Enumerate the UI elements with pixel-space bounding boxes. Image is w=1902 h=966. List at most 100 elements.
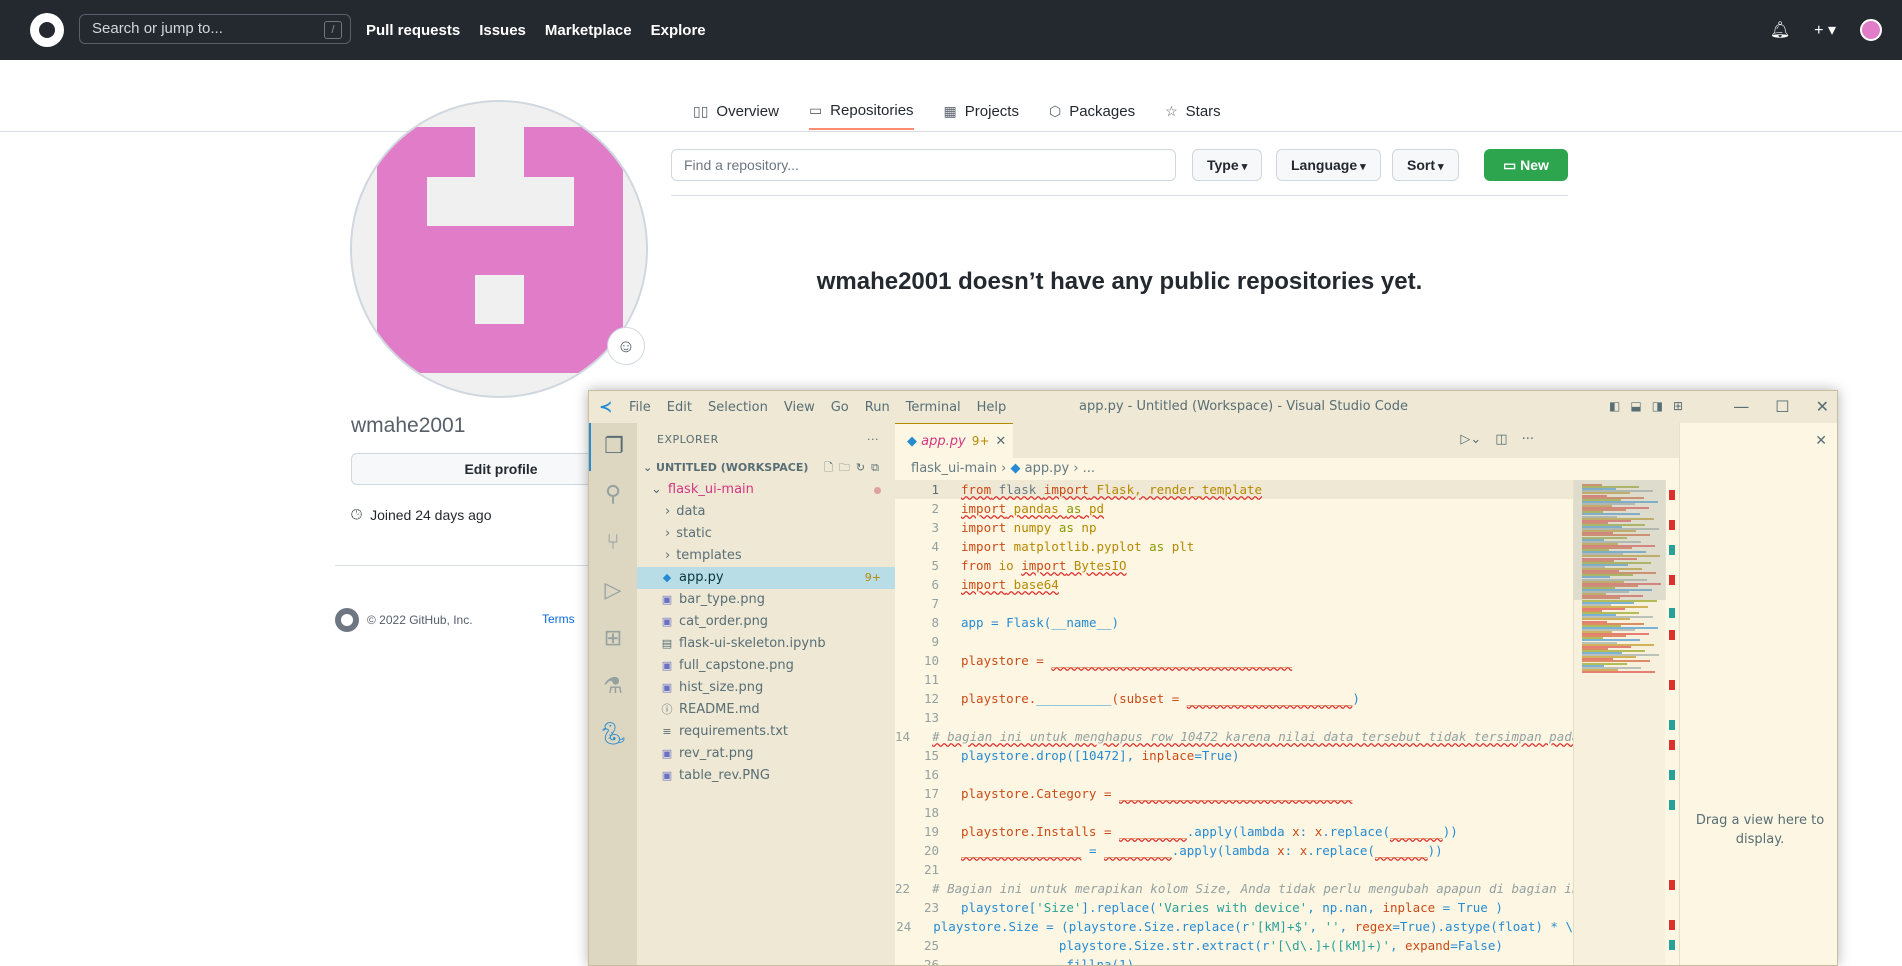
code-line[interactable]: 25 playstore.Size.str.extract(r'[\d\.]+(… bbox=[895, 936, 1573, 955]
editor-tab-app-py[interactable]: ◆ app.py 9+ ✕ bbox=[895, 423, 1013, 458]
code-line[interactable]: 11 bbox=[895, 670, 1573, 689]
minimize-icon[interactable]: — bbox=[1733, 397, 1749, 416]
menu-file[interactable]: File bbox=[629, 400, 651, 415]
menu-view[interactable]: View bbox=[784, 400, 815, 415]
extensions-icon[interactable]: ⊞ bbox=[589, 615, 637, 663]
testing-flask-icon[interactable]: ⚗ bbox=[589, 663, 637, 711]
tree-item[interactable]: ▣ table_rev.PNG bbox=[637, 765, 895, 787]
find-repository-input[interactable]: Find a repository... bbox=[671, 149, 1176, 181]
breadcrumb-item[interactable]: app.py bbox=[1025, 461, 1070, 476]
tree-item[interactable]: › data bbox=[637, 501, 895, 523]
sort-dropdown[interactable]: Sort bbox=[1392, 149, 1459, 181]
nav-pull-requests[interactable]: Pull requests bbox=[366, 22, 460, 39]
minimap-viewport[interactable] bbox=[1574, 480, 1666, 600]
menu-run[interactable]: Run bbox=[865, 400, 890, 415]
breadcrumb-item[interactable]: ... bbox=[1083, 461, 1095, 476]
profile-avatar[interactable] bbox=[350, 100, 648, 398]
code-line[interactable]: 4 import matplotlib.pyplot as plt bbox=[895, 537, 1573, 556]
new-file-icon[interactable]: 🗋 bbox=[824, 461, 839, 474]
close-icon[interactable]: ✕ bbox=[1816, 397, 1829, 416]
code-line[interactable]: 23 playstore['Size'].replace('Varies with… bbox=[895, 898, 1573, 917]
code-line[interactable]: 19 playstore.Installs = _________.apply(l… bbox=[895, 822, 1573, 841]
toggle-panel-icon[interactable]: ⬓ bbox=[1630, 399, 1641, 413]
tree-item[interactable]: ▤ flask-ui-skeleton.ipynb bbox=[637, 633, 895, 655]
global-search-input[interactable]: Search or jump to... / bbox=[79, 14, 351, 44]
minimap[interactable] bbox=[1573, 480, 1666, 965]
code-line[interactable]: 3 import numpy as np bbox=[895, 518, 1573, 537]
bell-icon[interactable]: 🔔︎ bbox=[1770, 20, 1790, 40]
tab-stars[interactable]: ☆ Stars bbox=[1165, 92, 1221, 130]
source-control-icon[interactable]: ⑂ bbox=[589, 519, 637, 567]
tree-item[interactable]: ▣ rev_rat.png bbox=[637, 743, 895, 765]
avatar[interactable] bbox=[1860, 19, 1882, 41]
refresh-icon[interactable]: ↻ bbox=[856, 461, 871, 474]
close-icon[interactable]: ✕ bbox=[995, 434, 1006, 449]
code-line[interactable]: 10 playstore = __________________________… bbox=[895, 651, 1573, 670]
code-line[interactable]: 22 # Bagian ini untuk merapikan kolom Siz… bbox=[895, 879, 1573, 898]
tree-item[interactable]: ▣ full_capstone.png bbox=[637, 655, 895, 677]
menu-terminal[interactable]: Terminal bbox=[906, 400, 961, 415]
nav-explore[interactable]: Explore bbox=[651, 22, 706, 39]
code-line[interactable]: 7 bbox=[895, 594, 1573, 613]
code-line[interactable]: 20 ________________ = _________.apply(lam… bbox=[895, 841, 1573, 860]
menu-help[interactable]: Help bbox=[977, 400, 1007, 415]
code-line[interactable]: 24 playstore.Size = (playstore.Size.repla… bbox=[895, 917, 1573, 936]
menu-edit[interactable]: Edit bbox=[667, 400, 692, 415]
tab-packages[interactable]: ⬡ Packages bbox=[1049, 92, 1135, 130]
toggle-secondary-sidebar-icon[interactable]: ◨ bbox=[1652, 399, 1663, 413]
more-actions-icon[interactable]: ··· bbox=[867, 423, 879, 457]
plus-icon[interactable]: + ▾ bbox=[1814, 20, 1836, 40]
status-emoji-button[interactable]: ☺ bbox=[607, 327, 645, 365]
tree-item[interactable]: › templates bbox=[637, 545, 895, 567]
run-icon[interactable]: ▷⌄ bbox=[1460, 432, 1481, 447]
code-line[interactable]: 8 app = Flask(__name__) bbox=[895, 613, 1573, 632]
tab-projects[interactable]: ▦ Projects bbox=[944, 92, 1019, 130]
more-actions-icon[interactable]: ··· bbox=[1522, 432, 1534, 447]
tab-repositories[interactable]: ▭ Repositories bbox=[808, 92, 914, 130]
code-line[interactable]: 6 import base64 bbox=[895, 575, 1573, 594]
workspace-header[interactable]: ⌄ UNTITLED (WORKSPACE) 🗋🗀↻⧉ bbox=[637, 457, 895, 479]
tree-item[interactable]: ≡ requirements.txt bbox=[637, 721, 895, 743]
tree-item[interactable]: ▣ bar_type.png bbox=[637, 589, 895, 611]
python-icon[interactable]: 🐍︎ bbox=[589, 711, 637, 759]
new-repository-button[interactable]: ▭ New bbox=[1484, 149, 1568, 181]
search-icon[interactable]: ⚲ bbox=[589, 471, 637, 519]
nav-marketplace[interactable]: Marketplace bbox=[545, 22, 632, 39]
tree-item[interactable]: ⓘ README.md bbox=[637, 699, 895, 721]
code-line[interactable]: 1 from flask import Flask, render_templat… bbox=[895, 480, 1573, 499]
split-editor-icon[interactable]: ◫ bbox=[1495, 432, 1507, 447]
github-logo-icon[interactable] bbox=[30, 13, 64, 47]
folder-root[interactable]: ⌄ flask_ui-main bbox=[637, 479, 895, 501]
toggle-sidebar-icon[interactable]: ◧ bbox=[1609, 399, 1620, 413]
tab-overview[interactable]: ▯▯ Overview bbox=[693, 92, 779, 130]
type-dropdown[interactable]: Type bbox=[1192, 149, 1263, 181]
close-icon[interactable]: ✕ bbox=[1815, 433, 1827, 449]
breadcrumb-item[interactable]: flask_ui-main bbox=[911, 461, 997, 476]
customize-layout-icon[interactable]: ⊞ bbox=[1673, 399, 1683, 413]
tree-item[interactable]: ▣ hist_size.png bbox=[637, 677, 895, 699]
code-line[interactable]: 14 # bagian ini untuk menghapus row 10472… bbox=[895, 727, 1573, 746]
new-folder-icon[interactable]: 🗀 bbox=[839, 461, 856, 474]
code-line[interactable]: 21 bbox=[895, 860, 1573, 879]
overview-ruler[interactable] bbox=[1665, 480, 1679, 965]
code-line[interactable]: 17 playstore.Category = _________________… bbox=[895, 784, 1573, 803]
footer-terms-link[interactable]: Terms bbox=[542, 612, 575, 626]
nav-issues[interactable]: Issues bbox=[479, 22, 526, 39]
tree-item[interactable]: › static bbox=[637, 523, 895, 545]
menu-go[interactable]: Go bbox=[831, 400, 849, 415]
code-line[interactable]: 5 from io import BytesIO bbox=[895, 556, 1573, 575]
code-line[interactable]: 18 bbox=[895, 803, 1573, 822]
collapse-all-icon[interactable]: ⧉ bbox=[871, 461, 885, 474]
code-line[interactable]: 26 .fillna(1) bbox=[895, 955, 1573, 965]
tree-item-selected[interactable]: ◆ app.py 9+ bbox=[637, 567, 895, 589]
maximize-icon[interactable]: ☐ bbox=[1775, 397, 1789, 416]
run-debug-icon[interactable]: ▷ bbox=[589, 567, 637, 615]
menu-selection[interactable]: Selection bbox=[708, 400, 768, 415]
code-line[interactable]: 16 bbox=[895, 765, 1573, 784]
code-line[interactable]: 13 bbox=[895, 708, 1573, 727]
code-editor[interactable]: 1 from flask import Flask, render_templat… bbox=[895, 480, 1573, 965]
language-dropdown[interactable]: Language bbox=[1276, 149, 1381, 181]
explorer-icon[interactable]: ❐ bbox=[589, 423, 637, 471]
code-line[interactable]: 2 import pandas as pd bbox=[895, 499, 1573, 518]
github-footer-logo-icon[interactable] bbox=[335, 608, 359, 632]
